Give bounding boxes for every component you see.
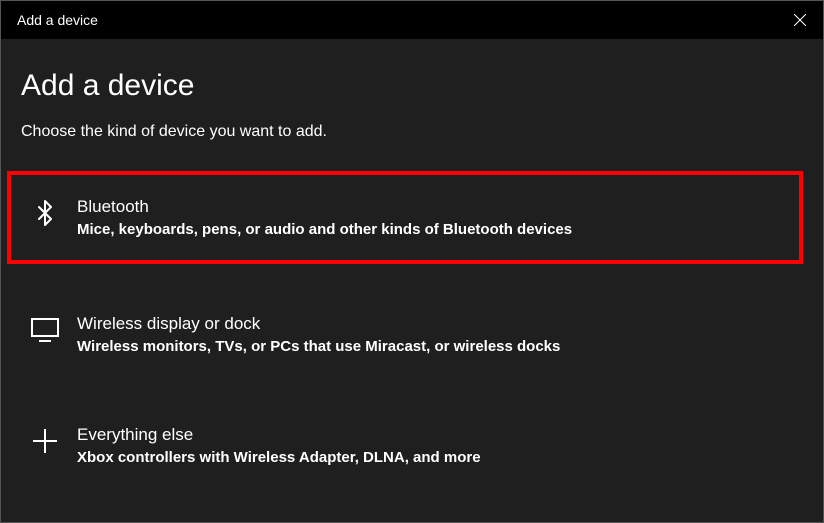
page-heading: Add a device <box>21 69 803 103</box>
option-description: Mice, keyboards, pens, or audio and othe… <box>77 221 572 238</box>
option-text: Everything else Xbox controllers with Wi… <box>77 425 481 466</box>
option-title: Everything else <box>77 425 481 445</box>
option-title: Wireless display or dock <box>77 314 560 334</box>
option-wireless-display[interactable]: Wireless display or dock Wireless monito… <box>21 294 803 375</box>
window-title: Add a device <box>17 12 98 28</box>
option-title: Bluetooth <box>77 197 572 217</box>
option-text: Wireless display or dock Wireless monito… <box>77 314 560 355</box>
close-icon <box>794 14 806 26</box>
content-area: Add a device Choose the kind of device y… <box>1 39 823 486</box>
titlebar: Add a device <box>1 1 823 39</box>
plus-icon <box>31 427 59 455</box>
option-everything-else[interactable]: Everything else Xbox controllers with Wi… <box>21 405 803 486</box>
bluetooth-icon <box>31 199 59 227</box>
option-description: Xbox controllers with Wireless Adapter, … <box>77 449 481 466</box>
option-text: Bluetooth Mice, keyboards, pens, or audi… <box>77 197 572 238</box>
page-subheading: Choose the kind of device you want to ad… <box>21 123 803 141</box>
close-button[interactable] <box>777 1 823 39</box>
monitor-icon <box>31 316 59 344</box>
option-bluetooth[interactable]: Bluetooth Mice, keyboards, pens, or audi… <box>7 171 803 264</box>
option-description: Wireless monitors, TVs, or PCs that use … <box>77 338 560 355</box>
